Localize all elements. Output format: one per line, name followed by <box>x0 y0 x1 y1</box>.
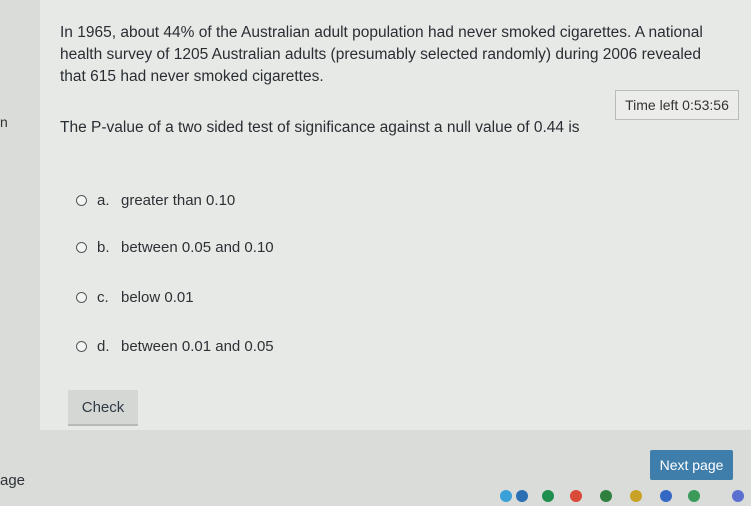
app-icon[interactable] <box>516 490 528 502</box>
page-label: age <box>0 472 26 489</box>
option-text: between 0.01 and 0.05 <box>121 337 274 355</box>
app-icon[interactable] <box>542 490 554 502</box>
option-c[interactable]: c. below 0.01 <box>76 286 194 308</box>
radio-button-d[interactable] <box>76 340 87 352</box>
option-b[interactable]: b. between 0.05 and 0.10 <box>76 236 274 258</box>
check-button[interactable]: Check <box>68 390 138 426</box>
question-prompt: The P-value of a two sided test of signi… <box>60 119 580 136</box>
option-d[interactable]: d. between 0.01 and 0.05 <box>76 335 274 357</box>
radio-button-b[interactable] <box>76 241 87 253</box>
app-icon[interactable] <box>600 490 612 502</box>
app-icon[interactable] <box>732 490 744 502</box>
question-text: In 1965, about 44% of the Australian adu… <box>60 24 703 85</box>
chrome-icon[interactable] <box>570 490 582 502</box>
option-text: between 0.05 and 0.10 <box>121 238 274 256</box>
option-letter: b. <box>97 238 110 256</box>
option-a[interactable]: a. greater than 0.10 <box>76 189 235 211</box>
radio-button-a[interactable] <box>76 194 87 206</box>
option-text: below 0.01 <box>121 288 194 306</box>
edge-glyph: n <box>0 114 8 130</box>
timer-label: Time left 0:53:56 <box>625 97 729 113</box>
timer-box: Time left 0:53:56 <box>615 90 739 120</box>
app-icon[interactable] <box>688 490 700 502</box>
option-letter: d. <box>97 337 110 355</box>
option-letter: a. <box>97 191 110 209</box>
radio-button-c[interactable] <box>76 291 87 303</box>
option-letter: c. <box>97 288 109 306</box>
chrome-icon[interactable] <box>630 490 642 502</box>
chrome-icon[interactable] <box>660 490 672 502</box>
taskbar <box>420 484 751 506</box>
option-text: greater than 0.10 <box>121 191 236 209</box>
app-icon[interactable] <box>500 490 512 502</box>
next-page-button[interactable]: Next page <box>650 450 733 480</box>
